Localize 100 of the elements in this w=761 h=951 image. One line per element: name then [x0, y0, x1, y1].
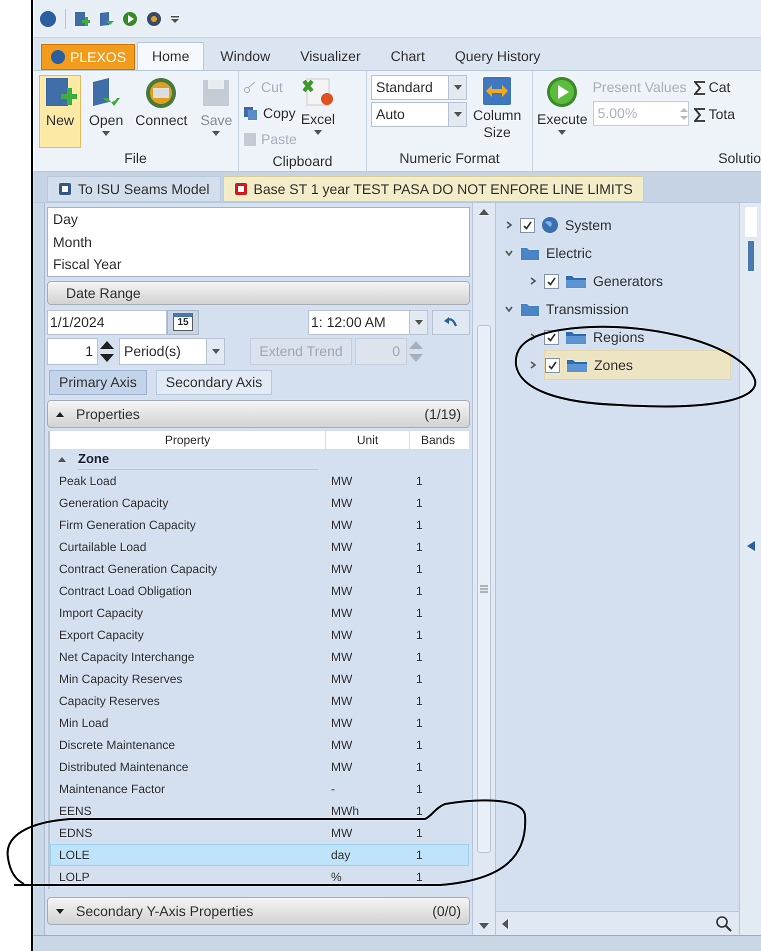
app-globe-icon[interactable]	[39, 10, 57, 28]
bands-cell-text: 1	[416, 649, 424, 666]
property-row[interactable]: Maintenance Factor - 1	[50, 778, 469, 800]
calendar-button[interactable]: 15	[167, 310, 199, 334]
property-row[interactable]: Distributed Maintenance MW 1	[50, 756, 469, 778]
sum-button[interactable]: Cat	[694, 75, 736, 100]
check-icon	[546, 276, 557, 286]
ribbon-tab[interactable]: Chart	[376, 42, 439, 70]
scroll-up-icon[interactable]	[479, 209, 489, 215]
ribbon-tab[interactable]: Window	[206, 42, 284, 70]
bands-cell-text: 1	[416, 561, 424, 578]
property-row[interactable]: Min Load MW 1	[50, 712, 469, 734]
document-tab[interactable]: To ISU Seams Model	[47, 176, 220, 202]
bands-cell-text: 1	[416, 781, 424, 798]
property-row[interactable]: Peak Load MW 1	[50, 470, 469, 492]
time-combo[interactable]: 1: 12:00 AM	[308, 310, 428, 334]
play-icon[interactable]	[122, 10, 138, 26]
secondary-properties-header[interactable]: Secondary Y-Axis Properties (0/0)	[47, 897, 470, 925]
excel-button[interactable]: Excel	[300, 75, 336, 151]
property-row[interactable]: EDNS MW 1	[50, 822, 469, 844]
clipboard-button[interactable]: Copy	[243, 101, 297, 125]
open-icon[interactable]	[98, 10, 114, 26]
sigma-icon	[694, 108, 706, 122]
globe-icon	[541, 216, 559, 234]
unit-cell-text: %	[331, 869, 343, 886]
period-unit-combo[interactable]: Period(s)	[119, 338, 225, 365]
expand-triangle-icon	[56, 908, 64, 914]
property-row[interactable]: Contract Generation Capacity MW 1	[50, 558, 469, 580]
unit-cell-text: MW	[331, 627, 354, 644]
period-list-item[interactable]: Fiscal Year	[53, 253, 464, 276]
property-row[interactable]: LOLE day 1	[50, 844, 469, 866]
tree-item[interactable]: Generators	[544, 266, 731, 296]
column-header[interactable]: Bands	[410, 431, 466, 449]
collapse-left-icon[interactable]	[746, 541, 754, 551]
bands-cell-text: 1	[416, 693, 424, 710]
sum-button[interactable]: Tota	[694, 102, 736, 127]
property-name: Net Capacity Interchange	[58, 649, 196, 666]
period-count-field[interactable]: 1	[47, 338, 98, 365]
property-row[interactable]: Curtailable Load MW 1	[50, 536, 469, 558]
scrollbar-thumb[interactable]	[748, 241, 754, 271]
scroll-left-icon[interactable]	[502, 918, 508, 928]
globe-icon	[50, 49, 66, 65]
expanded-chevron-icon[interactable]	[504, 304, 514, 314]
property-row[interactable]: Import Capacity MW 1	[50, 602, 469, 624]
period-list-item[interactable]: Day	[53, 208, 464, 231]
customize-caret-icon[interactable]	[170, 14, 180, 24]
property-row[interactable]: Contract Load Obligation MW 1	[50, 580, 469, 602]
scroll-down-icon[interactable]	[479, 923, 489, 929]
column-header[interactable]: Property	[50, 431, 326, 449]
ribbon-button[interactable]: Connect	[131, 75, 192, 148]
format-combo[interactable]: Auto	[371, 102, 467, 127]
property-name: Generation Capacity	[58, 495, 170, 512]
bands-cell-text: 1	[416, 539, 424, 556]
scrollbar-thumb[interactable]	[477, 325, 491, 853]
document-tab[interactable]: Base ST 1 year TEST PASA DO NOT ENFORE LINE LIMITS	[222, 176, 644, 202]
ribbon-tab[interactable]: Visualizer	[286, 42, 375, 70]
property-row[interactable]: Capacity Reserves MW 1	[50, 690, 469, 712]
ribbon-tab[interactable]: Home	[137, 42, 204, 70]
property-row[interactable]: Firm Generation Capacity MW 1	[50, 514, 469, 536]
checkbox[interactable]	[544, 274, 559, 288]
bands-cell-text: 1	[416, 825, 424, 842]
property-row[interactable]: Generation Capacity MW 1	[50, 492, 469, 514]
dropdown-caret-icon	[212, 131, 220, 136]
date-range-header[interactable]: Date Range	[47, 281, 470, 305]
tree-item[interactable]: Electric	[520, 238, 731, 268]
collapse-triangle-icon[interactable]	[58, 457, 66, 462]
tree-item[interactable]: Transmission	[520, 294, 731, 324]
undo-button[interactable]	[432, 310, 470, 334]
ribbon-button[interactable]: New	[39, 75, 81, 148]
search-icon[interactable]	[715, 914, 733, 932]
side-panel-edge	[744, 207, 756, 237]
property-name: Contract Generation Capacity	[58, 561, 218, 578]
tree-item[interactable]: System	[520, 210, 731, 240]
property-row[interactable]: Min Capacity Reserves MW 1	[50, 668, 469, 690]
property-row[interactable]: EENS MWh 1	[50, 800, 469, 822]
checkbox[interactable]	[520, 218, 535, 232]
properties-header[interactable]: Properties (1/19)	[47, 400, 470, 428]
property-row[interactable]: LOLP % 1	[50, 866, 469, 888]
tree-item[interactable]: Regions	[544, 322, 731, 352]
column-size-button[interactable]: Column Size	[473, 75, 522, 148]
axis-button[interactable]: Secondary Axis	[156, 370, 272, 395]
property-name: Peak Load	[58, 473, 118, 490]
format-combo[interactable]: Standard	[371, 75, 467, 100]
tree-item[interactable]: Zones	[544, 350, 731, 380]
property-row[interactable]: Export Capacity MW 1	[50, 624, 469, 646]
expanded-chevron-icon[interactable]	[504, 248, 514, 258]
ribbon-button[interactable]: Open	[85, 75, 128, 148]
property-row[interactable]: Discrete Maintenance MW 1	[50, 734, 469, 756]
group-label: Clipboard	[272, 152, 334, 171]
axis-button[interactable]: Primary Axis	[49, 370, 147, 395]
unit-cell-text: MW	[331, 737, 354, 754]
period-list-item[interactable]: Month	[53, 230, 464, 254]
date-field[interactable]: 1/1/2024	[47, 310, 167, 334]
unit-cell-text: MW	[331, 649, 354, 666]
checkbox[interactable]	[545, 358, 560, 372]
new-icon[interactable]	[74, 10, 90, 26]
ribbon-tab[interactable]: Query History	[440, 42, 554, 70]
execute-button[interactable]: Execute	[537, 75, 588, 148]
column-header[interactable]: Unit	[326, 431, 410, 449]
property-row[interactable]: Net Capacity Interchange MW 1	[50, 646, 469, 668]
